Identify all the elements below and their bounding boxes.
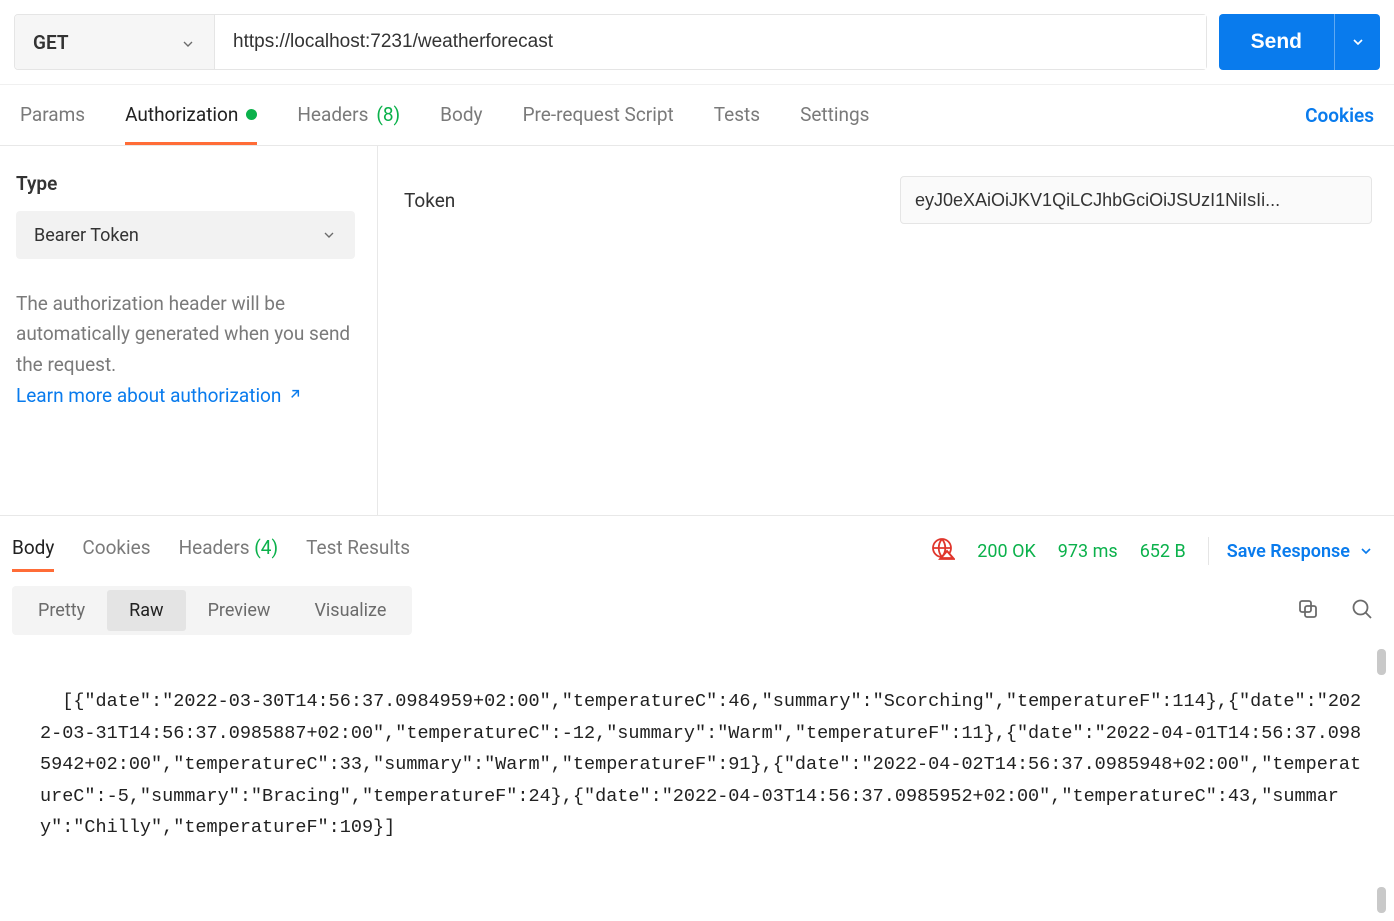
response-tab-headers-label: Headers xyxy=(179,536,250,559)
tab-settings[interactable]: Settings xyxy=(800,85,869,145)
response-body-text: [{"date":"2022-03-30T14:56:37.0984959+02… xyxy=(40,691,1361,838)
send-button[interactable]: Send xyxy=(1219,14,1334,70)
external-link-icon xyxy=(287,384,303,407)
response-meta: 200 OK 973 ms 652 B Save Response xyxy=(931,537,1374,566)
tab-headers-count: (8) xyxy=(376,103,400,126)
response-format-actions xyxy=(1296,597,1374,625)
tab-tests[interactable]: Tests xyxy=(714,85,760,145)
tab-prerequest-script[interactable]: Pre-request Script xyxy=(523,85,674,145)
response-tab-cookies[interactable]: Cookies xyxy=(82,530,150,572)
method-url-group: GET xyxy=(14,14,1207,70)
tab-authorization-label: Authorization xyxy=(125,103,238,126)
response-size: 652 B xyxy=(1140,541,1186,562)
response-format-tabs: Pretty Raw Preview Visualize xyxy=(12,586,412,635)
response-tab-test-results[interactable]: Test Results xyxy=(306,530,410,572)
response-tab-headers[interactable]: Headers (4) xyxy=(179,530,279,572)
tab-params[interactable]: Params xyxy=(20,85,85,145)
response-time: 973 ms xyxy=(1058,541,1118,562)
token-row: Token xyxy=(404,176,1372,224)
response-tabs: Body Cookies Headers (4) Test Results xyxy=(12,530,410,572)
send-button-group: Send xyxy=(1219,14,1380,70)
cookies-link[interactable]: Cookies xyxy=(1305,104,1374,127)
copy-icon[interactable] xyxy=(1296,597,1320,625)
tab-body[interactable]: Body xyxy=(440,85,482,145)
request-bar: GET Send xyxy=(0,0,1394,85)
learn-more-label: Learn more about authorization xyxy=(16,384,281,407)
tab-authorization[interactable]: Authorization xyxy=(125,85,257,145)
send-dropdown-button[interactable] xyxy=(1334,14,1380,70)
auth-config-area: Token xyxy=(378,146,1394,515)
save-response-button[interactable]: Save Response xyxy=(1208,537,1374,565)
request-url-input[interactable] xyxy=(215,15,1206,69)
response-tab-headers-count: (4) xyxy=(254,536,278,559)
save-response-label: Save Response xyxy=(1227,541,1350,562)
response-status: 200 OK xyxy=(977,541,1036,562)
tab-headers-label: Headers xyxy=(297,103,368,126)
auth-type-sidebar: Type Bearer Token The authorization head… xyxy=(0,146,378,515)
format-tab-pretty[interactable]: Pretty xyxy=(16,590,107,631)
auth-description: The authorization header will be automat… xyxy=(16,289,355,380)
request-tabs: Params Authorization Headers (8) Body Pr… xyxy=(20,85,869,145)
response-tab-body[interactable]: Body xyxy=(12,530,54,572)
response-format-row: Pretty Raw Preview Visualize xyxy=(0,580,1394,641)
search-icon[interactable] xyxy=(1350,597,1374,625)
chevron-down-icon xyxy=(180,34,196,50)
auth-type-heading: Type xyxy=(16,172,355,195)
response-tabs-row: Body Cookies Headers (4) Test Results 20… xyxy=(0,516,1394,580)
learn-more-link[interactable]: Learn more about authorization xyxy=(16,384,303,407)
status-dot-icon xyxy=(246,109,257,120)
request-tabs-row: Params Authorization Headers (8) Body Pr… xyxy=(0,85,1394,146)
http-method-select[interactable]: GET xyxy=(15,15,215,69)
token-label: Token xyxy=(404,189,474,212)
chevron-down-icon xyxy=(321,227,337,243)
response-body[interactable]: [{"date":"2022-03-30T14:56:37.0984959+02… xyxy=(0,641,1394,921)
format-tab-visualize[interactable]: Visualize xyxy=(292,590,408,631)
format-tab-raw[interactable]: Raw xyxy=(107,590,185,631)
tab-headers[interactable]: Headers (8) xyxy=(297,85,400,145)
network-warning-icon[interactable] xyxy=(931,537,955,566)
auth-type-select[interactable]: Bearer Token xyxy=(16,211,355,259)
authorization-panel: Type Bearer Token The authorization head… xyxy=(0,146,1394,516)
chevron-down-icon xyxy=(1350,34,1366,50)
token-input[interactable] xyxy=(900,176,1372,224)
format-tab-preview[interactable]: Preview xyxy=(186,590,293,631)
http-method-value: GET xyxy=(33,31,69,54)
scrollbar-thumb[interactable] xyxy=(1377,887,1386,913)
scrollbar-thumb[interactable] xyxy=(1377,649,1386,675)
chevron-down-icon xyxy=(1358,543,1374,559)
auth-type-value: Bearer Token xyxy=(34,225,139,246)
